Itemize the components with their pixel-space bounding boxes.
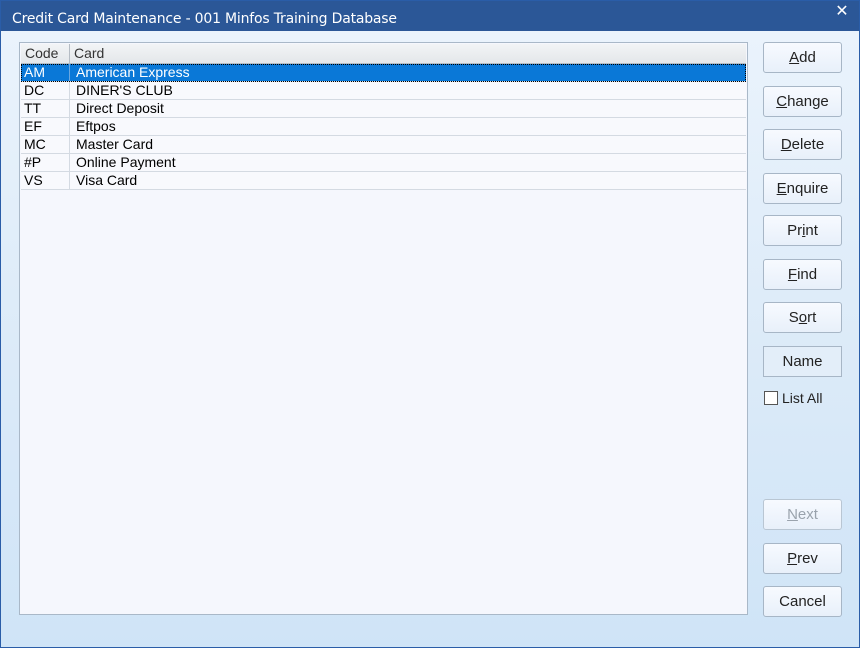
prev-label-post: rev — [797, 550, 818, 567]
table-row[interactable]: AM American Express — [21, 64, 746, 82]
prev-button[interactable]: Prev — [763, 543, 842, 574]
add-label-post: dd — [799, 49, 816, 66]
table-row[interactable]: MC Master Card — [21, 136, 746, 154]
checkbox-box[interactable] — [764, 391, 778, 405]
cell-card: Direct Deposit — [76, 100, 164, 116]
cell-code: #P — [21, 154, 70, 171]
sort-by-name-toggle[interactable]: Name — [763, 346, 842, 377]
delete-label-post: elete — [791, 136, 825, 153]
credit-card-maintenance-window: Credit Card Maintenance - 001 Minfos Tra… — [0, 0, 860, 648]
change-label-post: hange — [787, 93, 829, 110]
enquire-accel-key: E — [776, 180, 787, 197]
find-button[interactable]: Find — [763, 259, 842, 290]
window-title: Credit Card Maintenance - 001 Minfos Tra… — [12, 11, 397, 27]
find-label-post: ind — [797, 266, 818, 283]
cancel-button[interactable]: Cancel — [763, 586, 842, 617]
cell-card: Online Payment — [76, 154, 176, 170]
next-accel-key: N — [787, 506, 798, 523]
list-all-checkbox[interactable]: List All — [764, 390, 822, 408]
enquire-button[interactable]: Enquire — [763, 173, 842, 204]
column-header-card[interactable]: Card — [70, 44, 746, 63]
table-row[interactable]: VS Visa Card — [21, 172, 746, 190]
cell-card: Eftpos — [76, 118, 116, 134]
table-row[interactable]: DC DINER'S CLUB — [21, 82, 746, 100]
cell-card: Visa Card — [76, 172, 138, 188]
delete-accel-key: D — [780, 136, 792, 153]
cell-card: American Express — [76, 64, 190, 80]
grid-header: Code Card — [21, 44, 746, 64]
print-label-pre: Pr — [787, 222, 803, 239]
cell-code: EF — [21, 118, 70, 135]
sort-label-pre: S — [788, 309, 799, 326]
cell-code: MC — [21, 136, 70, 153]
next-button[interactable]: Next — [763, 499, 842, 530]
list-all-label: List All — [782, 390, 823, 406]
cell-code: VS — [21, 172, 70, 189]
change-accel-key: C — [776, 93, 788, 110]
column-header-code[interactable]: Code — [21, 44, 70, 63]
sort-button[interactable]: Sort — [763, 302, 842, 333]
dialog-body: Code Card AM American Express DC DINER'S… — [1, 31, 859, 647]
print-label-post: nt — [805, 222, 818, 239]
enquire-label-post: nquire — [786, 180, 829, 197]
next-label-post: ext — [797, 506, 818, 523]
grid-rows: AM American Express DC DINER'S CLUB TT D… — [21, 64, 746, 190]
cell-code: TT — [21, 100, 70, 117]
title-bar[interactable]: Credit Card Maintenance - 001 Minfos Tra… — [1, 1, 859, 31]
table-row[interactable]: EF Eftpos — [21, 118, 746, 136]
table-row[interactable]: TT Direct Deposit — [21, 100, 746, 118]
cell-card: Master Card — [76, 136, 154, 152]
close-icon[interactable]: ✕ — [825, 1, 859, 25]
print-button[interactable]: Print — [763, 215, 842, 246]
cell-code: AM — [21, 64, 70, 81]
sort-label-post: rt — [807, 309, 817, 326]
cell-card: DINER'S CLUB — [76, 82, 173, 98]
card-list-grid[interactable]: Code Card AM American Express DC DINER'S… — [19, 42, 748, 615]
prev-accel-key: P — [787, 550, 798, 567]
sort-accel-key: o — [798, 309, 808, 326]
find-accel-key: F — [787, 266, 798, 283]
add-button[interactable]: Add — [763, 42, 842, 73]
change-button[interactable]: Change — [763, 86, 842, 117]
add-accel-key: A — [789, 49, 800, 66]
table-row[interactable]: #P Online Payment — [21, 154, 746, 172]
cell-code: DC — [21, 82, 70, 99]
delete-button[interactable]: Delete — [763, 129, 842, 160]
